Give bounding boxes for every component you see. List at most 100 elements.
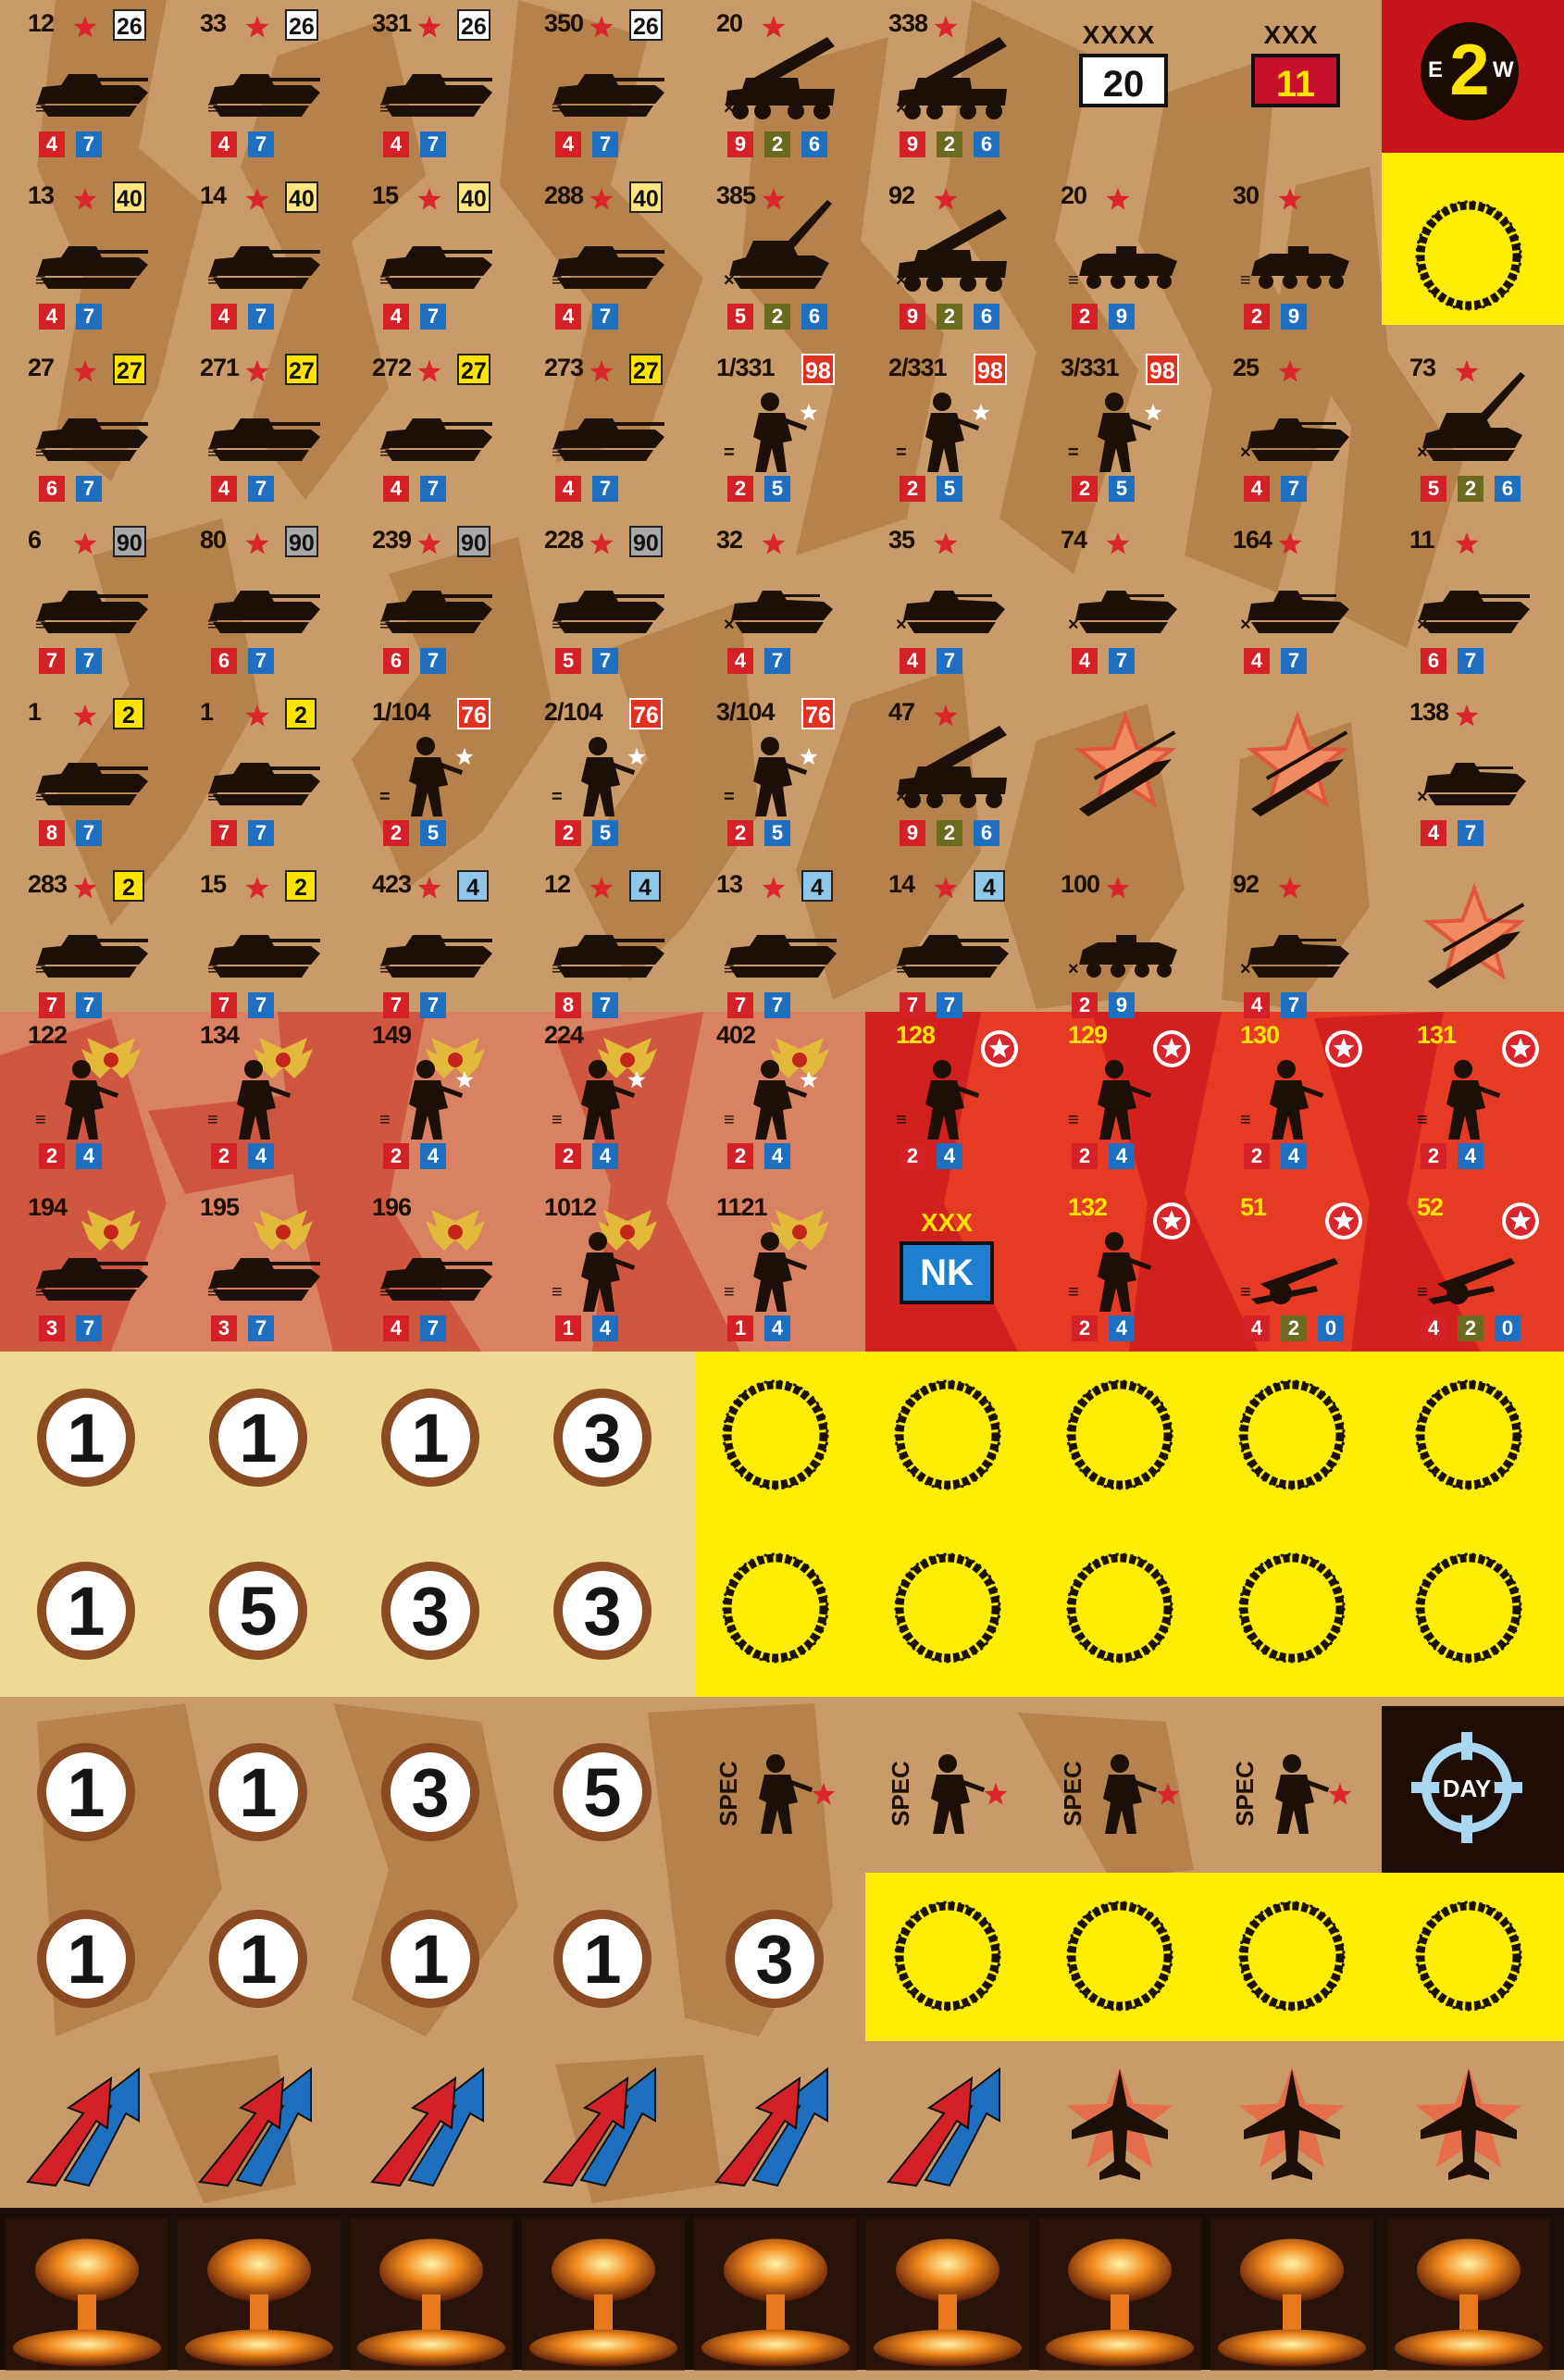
control-ring-marker[interactable] (861, 1525, 1033, 1697)
air-support-counter[interactable] (1382, 861, 1554, 1012)
unit-counter[interactable]: 92 × 9 2 6 (861, 172, 1033, 344)
unit-counter[interactable]: 13 40 ≡ 4 7 (0, 172, 172, 344)
unit-counter[interactable]: 32 × 4 7 (689, 517, 861, 689)
unit-counter[interactable]: 224 ≡ 2 4 (516, 1012, 689, 1184)
unit-counter[interactable]: 1 2 ≡ 7 7 (172, 689, 344, 861)
unit-counter[interactable]: 15 2 ≡ 7 7 (172, 861, 344, 1018)
unit-counter[interactable]: 194 ≡ 3 7 (0, 1184, 172, 1352)
numeric-marker[interactable]: 1 (172, 1706, 344, 1873)
unit-counter[interactable]: 228 90 ≡ 5 7 (516, 517, 689, 689)
headquarters-counter[interactable]: XXXX 20 (1033, 0, 1205, 153)
movement-arrow-marker[interactable] (172, 2041, 344, 2208)
unit-counter[interactable]: 2/331 98 = 2 5 (861, 344, 1033, 517)
unit-counter[interactable]: 288 40 ≡ 4 7 (516, 172, 689, 344)
numeric-marker[interactable]: 3 (344, 1525, 516, 1697)
headquarters-counter[interactable]: XXX 11 (1205, 0, 1377, 153)
unit-counter[interactable]: 2/104 76 = 2 5 (516, 689, 689, 861)
numeric-marker[interactable]: 3 (689, 1873, 861, 2041)
control-ring-marker[interactable] (1205, 1525, 1377, 1697)
control-ring-marker[interactable] (861, 1873, 1033, 2041)
unit-counter[interactable]: 30 ≡ 2 9 (1205, 172, 1377, 344)
day-marker[interactable]: DAY (1382, 1706, 1554, 1873)
unit-counter[interactable]: 402 ≡ 2 4 (689, 1012, 861, 1184)
unit-counter[interactable]: 73 × 5 2 6 (1382, 344, 1554, 517)
unit-counter[interactable]: 27 27 ≡ 6 7 (0, 344, 172, 517)
nuclear-strike-counter[interactable] (0, 2208, 172, 2371)
unit-counter[interactable]: 100 × 2 9 (1033, 861, 1205, 1018)
unit-counter[interactable]: 13 4 ≡ 7 7 (689, 861, 861, 1018)
unit-counter[interactable]: 385 × 5 2 6 (689, 172, 861, 344)
unit-counter[interactable]: 51 ≡ 4 2 0 (1205, 1184, 1377, 1352)
unit-counter[interactable]: 239 90 ≡ 6 7 (344, 517, 516, 689)
unit-counter[interactable]: 47 × 9 2 6 (861, 689, 1033, 861)
unit-counter[interactable]: 338 × 9 2 6 (861, 0, 1033, 157)
movement-arrow-marker[interactable] (516, 2041, 689, 2208)
unit-counter[interactable]: 20 ≡ 2 9 (1033, 172, 1205, 344)
numeric-marker[interactable]: 1 (516, 1873, 689, 2041)
unit-counter[interactable]: 283 2 ≡ 7 7 (0, 861, 172, 1018)
unit-counter[interactable]: 195 ≡ 3 7 (172, 1184, 344, 1352)
unit-counter[interactable]: 134 ≡ 2 4 (172, 1012, 344, 1184)
numeric-marker[interactable]: 1 (172, 1352, 344, 1525)
nuclear-strike-counter[interactable] (1205, 2208, 1377, 2371)
air-strike-counter[interactable] (1205, 2041, 1377, 2208)
control-ring-marker[interactable] (1382, 1352, 1554, 1525)
unit-counter[interactable]: 52 ≡ 4 2 0 (1382, 1184, 1554, 1352)
movement-arrow-marker[interactable] (689, 2041, 861, 2208)
unit-counter[interactable]: 128 ≡ 2 4 (861, 1012, 1033, 1184)
unit-counter[interactable]: 12 26 ≡ 4 7 (0, 0, 172, 157)
control-ring-marker[interactable] (1382, 1525, 1554, 1697)
unit-counter[interactable]: 1012 ≡ 1 4 (516, 1184, 689, 1352)
nuclear-strike-counter[interactable] (689, 2208, 861, 2371)
north-korea-hq-counter[interactable]: XXX NK (861, 1184, 1033, 1352)
special-forces-counter[interactable]: SPEC (689, 1706, 861, 1873)
nuclear-strike-counter[interactable] (344, 2208, 516, 2371)
control-ring-marker[interactable] (689, 1352, 861, 1525)
unit-counter[interactable]: 74 × 4 7 (1033, 517, 1205, 689)
numeric-marker[interactable]: 5 (172, 1525, 344, 1697)
nuclear-strike-counter[interactable] (1382, 2208, 1554, 2371)
control-ring-marker[interactable] (861, 1352, 1033, 1525)
numeric-marker[interactable]: 1 (0, 1706, 172, 1873)
air-strike-counter[interactable] (1382, 2041, 1554, 2208)
unit-counter[interactable]: 1121 ≡ 1 4 (689, 1184, 861, 1352)
unit-counter[interactable]: 273 27 ≡ 4 7 (516, 344, 689, 517)
unit-counter[interactable]: 272 27 ≡ 4 7 (344, 344, 516, 517)
special-forces-counter[interactable]: SPEC (1033, 1706, 1205, 1873)
unit-counter[interactable]: 15 40 ≡ 4 7 (344, 172, 516, 344)
air-support-counter[interactable] (1033, 689, 1205, 861)
nuclear-strike-counter[interactable] (861, 2208, 1033, 2371)
control-ring-marker[interactable] (1205, 1352, 1377, 1525)
control-ring-marker[interactable] (1382, 1873, 1554, 2041)
nuclear-strike-counter[interactable] (516, 2208, 689, 2371)
air-support-counter[interactable] (1205, 689, 1377, 861)
unit-counter[interactable]: 1/104 76 = 2 5 (344, 689, 516, 861)
unit-counter[interactable]: 138 × 4 7 (1382, 689, 1554, 861)
unit-counter[interactable]: 423 4 ≡ 7 7 (344, 861, 516, 1018)
unit-counter[interactable]: 14 40 ≡ 4 7 (172, 172, 344, 344)
numeric-marker[interactable]: 3 (344, 1706, 516, 1873)
control-ring-marker[interactable] (1033, 1352, 1205, 1525)
unit-counter[interactable]: 1/331 98 = 2 5 (689, 344, 861, 517)
numeric-marker[interactable]: 3 (516, 1352, 689, 1525)
special-forces-counter[interactable]: SPEC (861, 1706, 1033, 1873)
unit-counter[interactable]: 132 ≡ 2 4 (1033, 1184, 1205, 1352)
unit-counter[interactable]: 25 × 4 7 (1205, 344, 1377, 517)
unit-counter[interactable]: 271 27 ≡ 4 7 (172, 344, 344, 517)
unit-counter[interactable]: 164 × 4 7 (1205, 517, 1377, 689)
movement-arrow-marker[interactable] (344, 2041, 516, 2208)
unit-counter[interactable]: 11 × 6 7 (1382, 517, 1554, 689)
numeric-marker[interactable]: 1 (0, 1352, 172, 1525)
control-ring-marker[interactable] (689, 1525, 861, 1697)
numeric-marker[interactable]: 3 (516, 1525, 689, 1697)
unit-counter[interactable]: 92 × 4 7 (1205, 861, 1377, 1018)
movement-arrow-marker[interactable] (0, 2041, 172, 2208)
nuclear-strike-counter[interactable] (1033, 2208, 1205, 2371)
nuclear-strike-counter[interactable] (172, 2208, 344, 2371)
unit-counter[interactable]: 122 ≡ 2 4 (0, 1012, 172, 1184)
numeric-marker[interactable]: 5 (516, 1706, 689, 1873)
unit-counter[interactable]: 149 ≡ 2 4 (344, 1012, 516, 1184)
control-ring-marker[interactable] (1033, 1525, 1205, 1697)
turn-marker[interactable]: 2EW (1382, 0, 1554, 153)
unit-counter[interactable]: 131 ≡ 2 4 (1382, 1012, 1554, 1184)
